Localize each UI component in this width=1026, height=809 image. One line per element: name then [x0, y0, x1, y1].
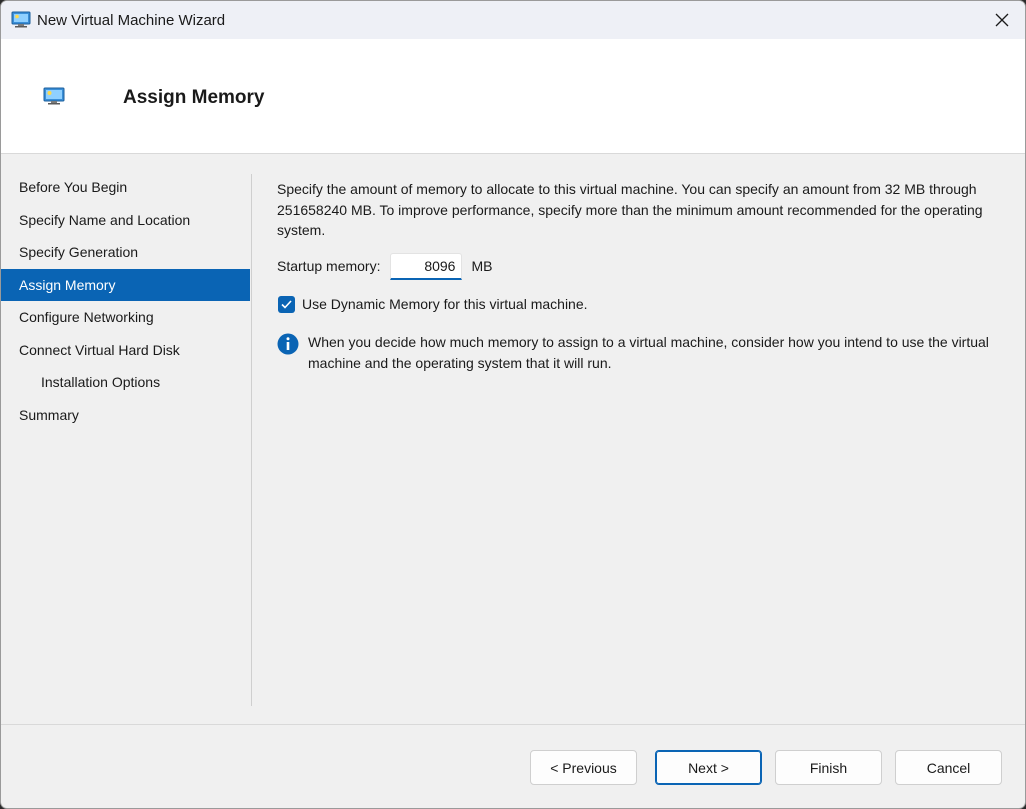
nav-item-installation-options[interactable]: Installation Options [1, 366, 250, 399]
monitor-icon [11, 11, 31, 28]
wizard-steps-nav: Before You Begin Specify Name and Locati… [1, 171, 250, 431]
nav-item-assign-memory[interactable]: Assign Memory [1, 268, 250, 301]
previous-button[interactable]: < Previous [530, 750, 637, 785]
close-button[interactable] [979, 1, 1025, 39]
description-text: Specify the amount of memory to allocate… [277, 181, 983, 238]
footer-divider [1, 724, 1025, 725]
info-icon [277, 333, 299, 355]
nav-item-before-you-begin[interactable]: Before You Begin [1, 171, 250, 204]
wizard-window: New Virtual Machine Wizard Assign Memory… [0, 0, 1026, 809]
nav-divider [251, 174, 252, 706]
page-title: Assign Memory [123, 87, 265, 108]
nav-item-specify-name-and-location[interactable]: Specify Name and Location [1, 204, 250, 237]
nav-item-specify-generation[interactable]: Specify Generation [1, 236, 250, 269]
nav-item-connect-virtual-hard-disk[interactable]: Connect Virtual Hard Disk [1, 334, 250, 367]
startup-memory-row: Startup memory: MB [277, 252, 492, 280]
monitor-icon [43, 87, 65, 105]
startup-memory-input[interactable] [390, 252, 463, 280]
finish-button[interactable]: Finish [775, 750, 882, 785]
next-button[interactable]: Next > [655, 750, 762, 785]
dynamic-memory-label[interactable]: Use Dynamic Memory for this virtual mach… [302, 296, 588, 312]
content-pane: Specify the amount of memory to allocate… [277, 179, 997, 371]
startup-memory-unit: MB [471, 258, 493, 274]
checkmark-icon [281, 299, 292, 309]
startup-memory-label: Startup memory: [277, 258, 381, 274]
dynamic-memory-checkbox[interactable] [278, 295, 295, 313]
nav-item-configure-networking[interactable]: Configure Networking [1, 301, 250, 334]
info-note: When you decide how much memory to assig… [277, 332, 997, 373]
close-icon [995, 13, 1009, 27]
cancel-button[interactable]: Cancel [895, 750, 1002, 785]
title-bar: New Virtual Machine Wizard [1, 1, 1025, 39]
nav-item-summary[interactable]: Summary [1, 399, 250, 432]
window-title: New Virtual Machine Wizard [37, 12, 226, 29]
info-text: When you decide how much memory to assig… [308, 334, 989, 371]
wizard-header: Assign Memory [1, 39, 1025, 154]
dynamic-memory-row: Use Dynamic Memory for this virtual mach… [278, 294, 588, 314]
